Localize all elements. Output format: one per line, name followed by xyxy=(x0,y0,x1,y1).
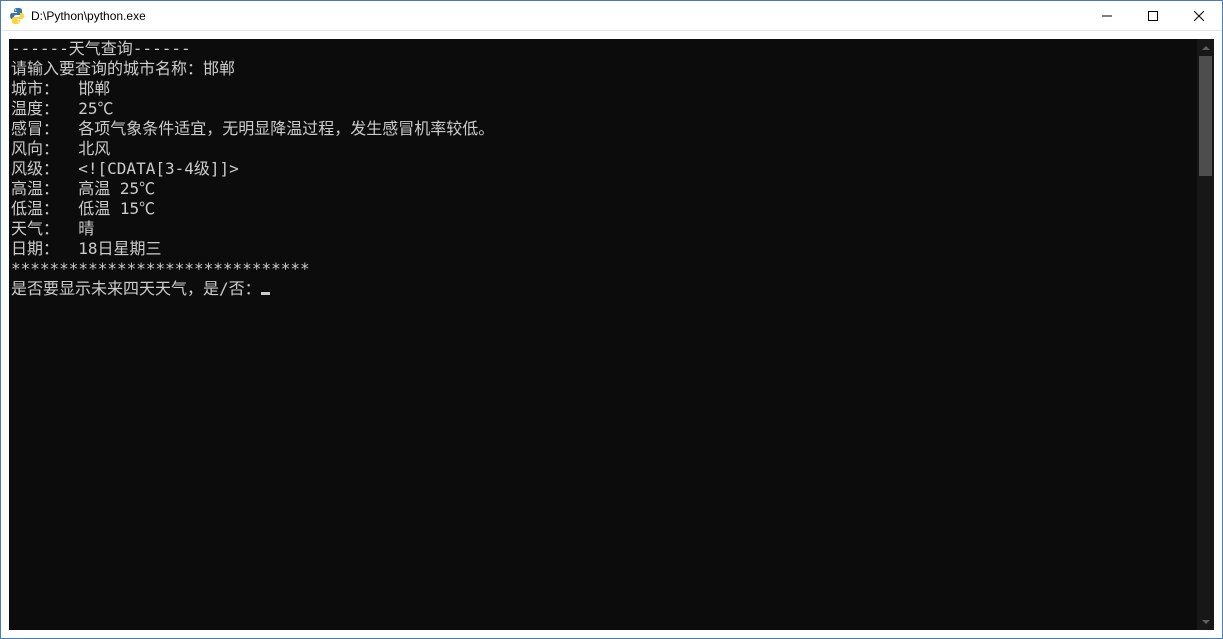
console-line: 请输入要查询的城市名称：邯郸 xyxy=(11,59,1195,79)
console-prompt-line: 是否要显示未来四天天气，是/否： xyxy=(11,279,1195,299)
app-icon xyxy=(9,8,25,24)
minimize-button[interactable] xyxy=(1084,1,1130,31)
console-line: 城市： 邯郸 xyxy=(11,79,1195,99)
console-content: ------天气查询------ 请输入要查询的城市名称：邯郸 城市： 邯郸 温… xyxy=(9,39,1197,299)
vertical-scrollbar[interactable] xyxy=(1197,39,1214,630)
console-line: 风级： <![CDATA[3-4级]]> xyxy=(11,159,1195,179)
console-line: 天气： 晴 xyxy=(11,219,1195,239)
chevron-up-icon xyxy=(1202,46,1210,50)
scrollbar-down-button[interactable] xyxy=(1197,613,1214,630)
chevron-down-icon xyxy=(1202,620,1210,624)
console-line: 高温： 高温 25℃ xyxy=(11,179,1195,199)
titlebar[interactable]: D:\Python\python.exe xyxy=(1,1,1222,31)
console[interactable]: ------天气查询------ 请输入要查询的城市名称：邯郸 城市： 邯郸 温… xyxy=(9,39,1197,630)
close-button[interactable] xyxy=(1176,1,1222,31)
console-line: ------天气查询------ xyxy=(11,39,1195,59)
maximize-button[interactable] xyxy=(1130,1,1176,31)
console-line: 温度： 25℃ xyxy=(11,99,1195,119)
console-line: 低温： 低温 15℃ xyxy=(11,199,1195,219)
console-line: 感冒： 各项气象条件适宜，无明显降温过程，发生感冒机率较低。 xyxy=(11,119,1195,139)
window-title: D:\Python\python.exe xyxy=(31,9,1084,23)
app-window: D:\Python\python.exe --- xyxy=(0,0,1223,639)
console-line: 日期： 18日星期三 xyxy=(11,239,1195,259)
console-line: 风向： 北风 xyxy=(11,139,1195,159)
scrollbar-up-button[interactable] xyxy=(1197,39,1214,56)
close-icon xyxy=(1194,11,1204,21)
minimize-icon xyxy=(1102,11,1112,21)
cursor xyxy=(261,292,270,295)
window-controls xyxy=(1084,1,1222,31)
scrollbar-thumb[interactable] xyxy=(1199,56,1212,176)
console-prompt: 是否要显示未来四天天气，是/否： xyxy=(11,279,261,298)
console-line: ******************************* xyxy=(11,259,1195,279)
maximize-icon xyxy=(1148,11,1158,21)
console-area: ------天气查询------ 请输入要查询的城市名称：邯郸 城市： 邯郸 温… xyxy=(1,31,1222,638)
